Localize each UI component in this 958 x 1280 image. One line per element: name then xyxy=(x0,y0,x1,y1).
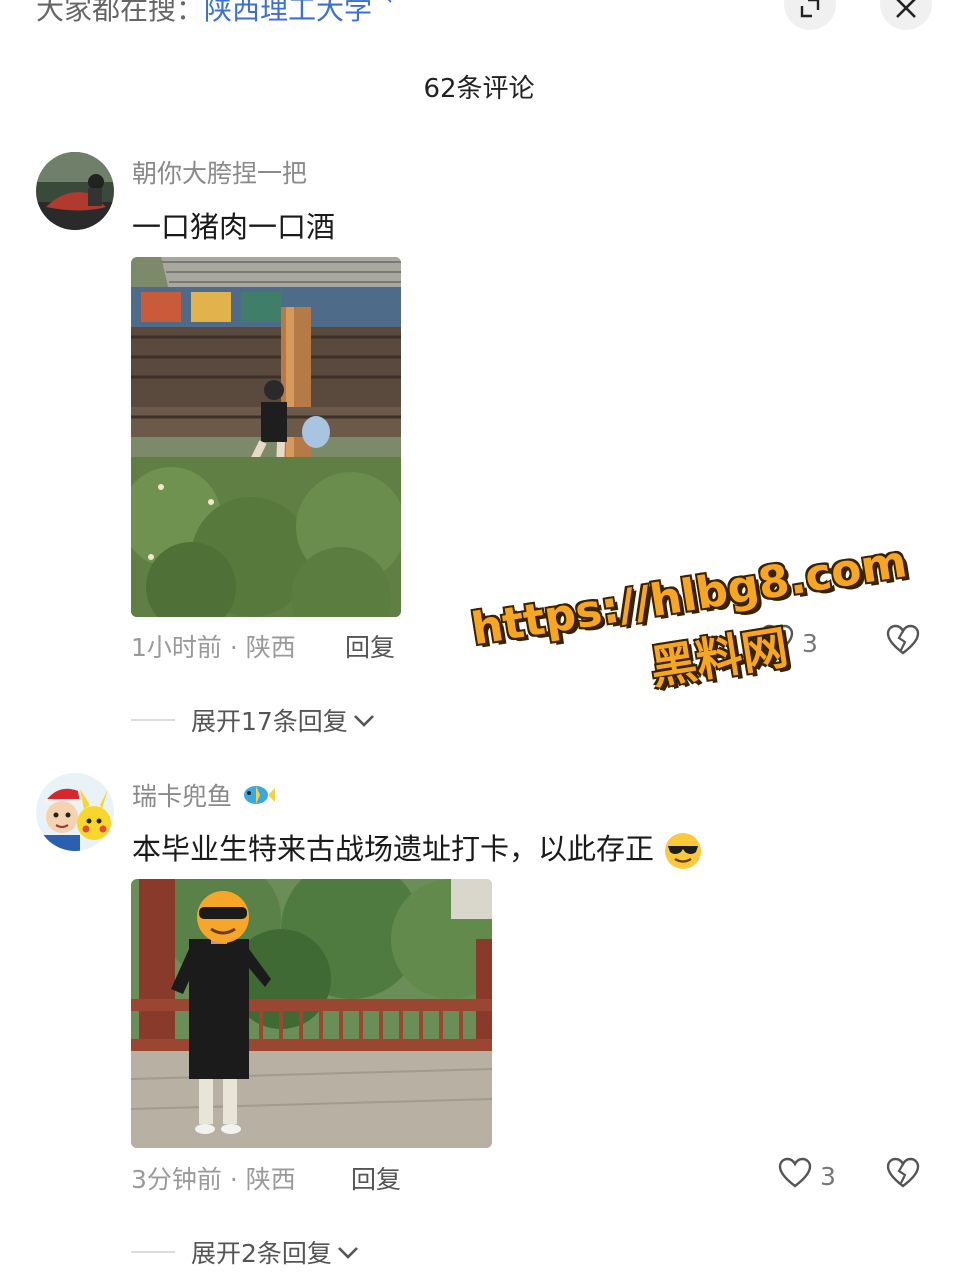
expand-button[interactable] xyxy=(784,0,836,30)
chevron-down-icon xyxy=(348,706,376,735)
expand-icon xyxy=(799,0,821,23)
watermark: https://hlbg8.com 黑料网 xyxy=(468,536,921,724)
comment-text: 一口猪肉一口酒 xyxy=(132,210,336,244)
expand-replies-label: 展开17条回复 xyxy=(191,707,348,736)
comment-photo[interactable] xyxy=(131,257,401,617)
comment-username-text: 瑞卡兜鱼 xyxy=(132,782,233,811)
chevron-down-icon xyxy=(332,1238,360,1267)
avatar[interactable] xyxy=(36,773,114,851)
search-suggestion-keyword[interactable]: 陕西理工大学 xyxy=(204,0,372,26)
search-icon xyxy=(372,0,393,8)
heart-icon xyxy=(778,1157,812,1195)
comment-photo[interactable] xyxy=(131,879,492,1148)
cool-face-emoji-icon xyxy=(663,831,703,871)
comment-username[interactable]: 朝你大胯捏一把 xyxy=(132,154,307,190)
expand-replies-button[interactable]: 展开17条回复 xyxy=(131,702,376,738)
avatar[interactable] xyxy=(36,152,114,230)
broken-heart-icon xyxy=(886,1157,920,1193)
like-count: 3 xyxy=(820,1161,836,1191)
dislike-button[interactable] xyxy=(886,1157,920,1193)
top-bar: 大家都在搜：陕西理工大学 xyxy=(0,0,958,40)
like-button[interactable]: 3 xyxy=(778,1157,836,1195)
comment-count-title: 62条评论 xyxy=(423,74,535,104)
close-icon xyxy=(894,0,918,24)
divider xyxy=(131,1251,175,1253)
comment-text-content: 本毕业生特来古战场遗址打卡，以此存正 xyxy=(132,832,655,866)
divider xyxy=(131,719,175,721)
fish-icon xyxy=(240,780,276,816)
comment-username[interactable]: 瑞卡兜鱼 xyxy=(132,777,276,816)
search-suggestion-prefix: 大家都在搜： xyxy=(36,0,205,26)
comment-meta: 1小时前 · 陕西 xyxy=(131,633,296,662)
comment-text: 本毕业生特来古战场遗址打卡，以此存正 xyxy=(132,826,703,871)
search-suggestion[interactable]: 大家都在搜：陕西理工大学 xyxy=(36,0,393,28)
reply-button[interactable]: 回复 xyxy=(351,1160,401,1196)
close-button[interactable] xyxy=(880,0,932,30)
expand-replies-label: 展开2条回复 xyxy=(191,1239,332,1268)
reply-button[interactable]: 回复 xyxy=(345,628,395,664)
expand-replies-button[interactable]: 展开2条回复 xyxy=(131,1234,360,1270)
comment-meta: 3分钟前 · 陕西 xyxy=(131,1165,296,1194)
